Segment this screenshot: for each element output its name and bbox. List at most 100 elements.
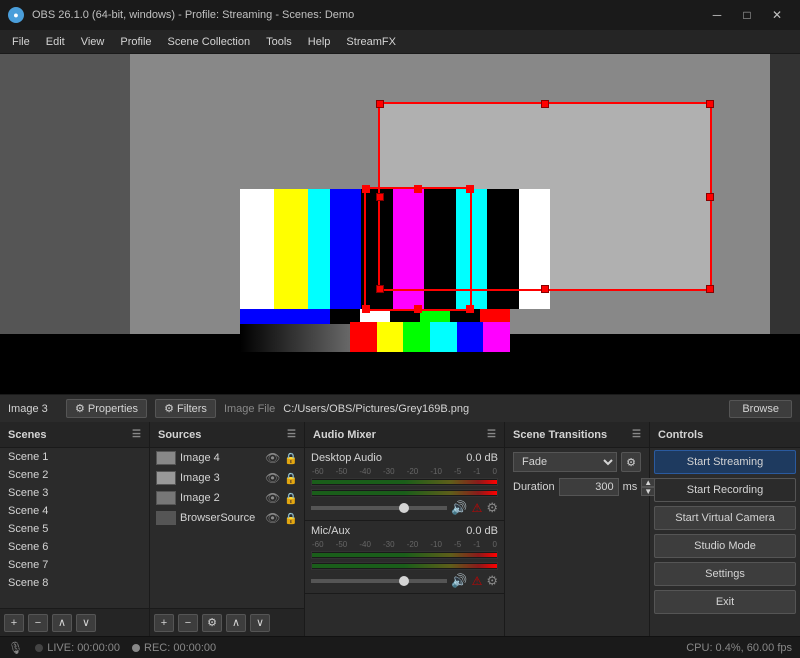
duration-input[interactable] (559, 478, 619, 496)
source-lock-4[interactable]: 🔒 (284, 512, 298, 525)
sources-panel-menu-icon[interactable]: ☰ (287, 429, 296, 440)
source-lock-2[interactable]: 🔒 (284, 472, 298, 485)
scenes-panel-footer: + − ∧ ∨ (0, 608, 149, 636)
transitions-panel-header: Scene Transitions ☰ (505, 422, 649, 448)
source-name-1: Image 4 (180, 452, 261, 464)
start-streaming-button[interactable]: Start Streaming (654, 450, 796, 474)
mic-audio-meter (311, 551, 498, 559)
settings-button[interactable]: Settings (654, 562, 796, 586)
close-button[interactable]: ✕ (762, 0, 792, 30)
studio-mode-button[interactable]: Studio Mode (654, 534, 796, 558)
scenes-panel-menu-icon[interactable]: ☰ (132, 429, 141, 440)
menu-edit[interactable]: Edit (38, 34, 73, 50)
source-item-image2[interactable]: Image 2 👁 🔒 (150, 488, 304, 508)
source-item-image3[interactable]: Image 3 👁 🔒 (150, 468, 304, 488)
desktop-mute-button[interactable]: 🔊 (451, 500, 467, 516)
desktop-audio-header: Desktop Audio 0.0 dB (311, 452, 498, 464)
source-eye-1[interactable]: 👁 (265, 451, 280, 465)
source-up-button[interactable]: ∧ (226, 614, 246, 632)
scene-add-button[interactable]: + (4, 614, 24, 632)
scene-item-5[interactable]: Scene 5 (0, 520, 149, 538)
source-settings-button[interactable]: ⚙ (202, 614, 222, 632)
duration-unit: ms (623, 481, 638, 493)
mic-audio-settings-button[interactable]: ⚙ (486, 573, 498, 589)
source-thumb-3 (156, 491, 176, 505)
mic-audio-controls: 🔊 ⚠ ⚙ (311, 573, 498, 589)
scene-down-button[interactable]: ∨ (76, 614, 96, 632)
start-virtual-camera-button[interactable]: Start Virtual Camera (654, 506, 796, 530)
duration-label: Duration (513, 481, 555, 493)
source-eye-4[interactable]: 👁 (265, 511, 280, 525)
controls-panel-header: Controls (650, 422, 800, 448)
source-item-image4[interactable]: Image 4 👁 🔒 (150, 448, 304, 468)
mic-audio-slider[interactable] (311, 579, 447, 583)
filters-button[interactable]: ⚙ Filters (155, 399, 216, 418)
menu-streamfx[interactable]: StreamFX (338, 34, 404, 50)
source-info-bar: Image 3 ⚙ Properties ⚙ Filters Image Fil… (0, 394, 800, 422)
sources-list: Image 4 👁 🔒 Image 3 👁 🔒 Image 2 👁 🔒 Brow… (150, 448, 304, 608)
scene-transitions-panel: Scene Transitions ☰ Fade ⚙ Duration ms ▲… (505, 422, 650, 636)
desktop-audio-settings-button[interactable]: ⚙ (486, 500, 498, 516)
desktop-meter-labels: -60-50-40-30-20-10-5-10 (311, 467, 498, 476)
exit-button[interactable]: Exit (654, 590, 796, 614)
transition-type-select[interactable]: Fade (513, 452, 617, 472)
source-thumb-2 (156, 471, 176, 485)
desktop-audio-slider[interactable] (311, 506, 447, 510)
mic-audio-warning[interactable]: ⚠ (472, 574, 483, 588)
menu-tools[interactable]: Tools (258, 34, 300, 50)
minimize-button[interactable]: ─ (702, 0, 732, 30)
selected-source-label: Image 3 (8, 403, 58, 415)
mic-aux-db: 0.0 dB (466, 525, 498, 537)
audio-mixer-menu-icon[interactable]: ☰ (487, 429, 496, 440)
mic-aux-name: Mic/Aux (311, 525, 350, 537)
scene-item-1[interactable]: Scene 1 (0, 448, 149, 466)
scene-up-button[interactable]: ∧ (52, 614, 72, 632)
menu-scene-collection[interactable]: Scene Collection (160, 34, 259, 50)
source-down-button[interactable]: ∨ (250, 614, 270, 632)
source-thumb-4 (156, 511, 176, 525)
scene-item-3[interactable]: Scene 3 (0, 484, 149, 502)
maximize-button[interactable]: □ (732, 0, 762, 30)
audio-mixer-panel: Audio Mixer ☰ Desktop Audio 0.0 dB -60-5… (305, 422, 505, 636)
mic-mute-button[interactable]: 🔊 (451, 573, 467, 589)
titlebar: ● OBS 26.1.0 (64-bit, windows) - Profile… (0, 0, 800, 30)
menu-file[interactable]: File (4, 34, 38, 50)
scene-item-2[interactable]: Scene 2 (0, 466, 149, 484)
window-controls: ─ □ ✕ (702, 0, 792, 30)
source-eye-3[interactable]: 👁 (265, 491, 280, 505)
live-label: LIVE: 00:00:00 (47, 642, 120, 654)
cpu-label: CPU: 0.4%, 60.00 fps (686, 642, 792, 654)
source-name-3: Image 2 (180, 492, 261, 504)
duration-row: Duration ms ▲ ▼ (505, 476, 649, 498)
title-left: ● OBS 26.1.0 (64-bit, windows) - Profile… (8, 7, 354, 23)
source-lock-1[interactable]: 🔒 (284, 452, 298, 465)
properties-button[interactable]: ⚙ Properties (66, 399, 147, 418)
sources-panel-header: Sources ☰ (150, 422, 304, 448)
scenes-panel: Scenes ☰ Scene 1 Scene 2 Scene 3 Scene 4… (0, 422, 150, 636)
desktop-audio-meter2 (311, 489, 498, 497)
browse-button[interactable]: Browse (729, 400, 792, 418)
image-file-label: Image File (224, 403, 275, 415)
menu-view[interactable]: View (73, 34, 113, 50)
scenes-list: Scene 1 Scene 2 Scene 3 Scene 4 Scene 5 … (0, 448, 149, 608)
source-item-browser[interactable]: BrowserSource 👁 🔒 (150, 508, 304, 528)
scene-item-8[interactable]: Scene 8 (0, 574, 149, 592)
transition-settings-button[interactable]: ⚙ (621, 452, 641, 472)
rec-indicator: REC: 00:00:00 (132, 642, 216, 654)
bottom-area: Scenes ☰ Scene 1 Scene 2 Scene 3 Scene 4… (0, 422, 800, 636)
scene-item-7[interactable]: Scene 7 (0, 556, 149, 574)
scene-remove-button[interactable]: − (28, 614, 48, 632)
desktop-audio-warning[interactable]: ⚠ (472, 501, 483, 515)
start-recording-button[interactable]: Start Recording (654, 478, 796, 502)
scene-item-6[interactable]: Scene 6 (0, 538, 149, 556)
source-lock-3[interactable]: 🔒 (284, 492, 298, 505)
source-eye-2[interactable]: 👁 (265, 471, 280, 485)
live-indicator: LIVE: 00:00:00 (35, 642, 120, 654)
menu-help[interactable]: Help (300, 34, 339, 50)
file-path-text: C:/Users/OBS/Pictures/Grey169B.png (283, 403, 721, 415)
transitions-panel-menu-icon[interactable]: ☰ (632, 429, 641, 440)
menu-profile[interactable]: Profile (112, 34, 159, 50)
source-add-button[interactable]: + (154, 614, 174, 632)
source-remove-button[interactable]: − (178, 614, 198, 632)
scene-item-4[interactable]: Scene 4 (0, 502, 149, 520)
